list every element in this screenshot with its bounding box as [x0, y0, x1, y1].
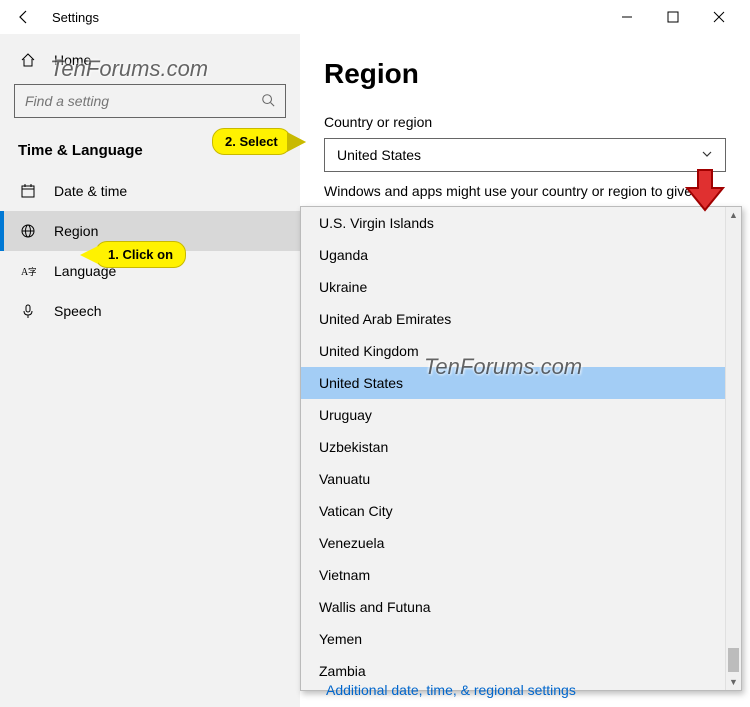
dropdown-option[interactable]: Vatican City [301, 495, 725, 527]
dropdown-option[interactable]: Wallis and Futuna [301, 591, 725, 623]
dropdown-option[interactable]: United Kingdom [301, 335, 725, 367]
dropdown-option[interactable]: U.S. Virgin Islands [301, 207, 725, 239]
annotation-arrow-icon [685, 168, 725, 212]
chevron-down-icon [701, 147, 713, 163]
scroll-up-icon[interactable]: ▲ [726, 207, 741, 223]
globe-icon [18, 223, 38, 239]
search-box[interactable] [14, 84, 286, 118]
window-controls [604, 1, 742, 33]
language-icon: A字 [18, 263, 38, 279]
additional-settings-link[interactable]: Additional date, time, & regional settin… [326, 682, 576, 698]
sidebar-item-label: Date & time [54, 183, 127, 199]
dropdown-option[interactable]: United States [301, 367, 725, 399]
home-icon [18, 52, 38, 68]
home-label: Home [54, 52, 91, 68]
microphone-icon [18, 303, 38, 319]
dropdown-option[interactable]: Venezuela [301, 527, 725, 559]
minimize-button[interactable] [604, 1, 650, 33]
close-icon [713, 11, 725, 23]
scroll-thumb[interactable] [728, 648, 739, 672]
dropdown-option[interactable]: Ukraine [301, 271, 725, 303]
dropdown-option[interactable]: Vanuatu [301, 463, 725, 495]
maximize-button[interactable] [650, 1, 696, 33]
window-title: Settings [52, 10, 99, 25]
sidebar-item-label: Region [54, 223, 98, 239]
country-select[interactable]: United States [324, 138, 726, 172]
dropdown-option[interactable]: Vietnam [301, 559, 725, 591]
annotation-callout-1: 1. Click on [95, 241, 186, 268]
sidebar-item-speech[interactable]: Speech [0, 291, 300, 331]
field-label: Country or region [324, 114, 726, 130]
maximize-icon [667, 11, 679, 23]
minimize-icon [621, 11, 633, 23]
search-icon [261, 93, 275, 110]
annotation-callout-2: 2. Select [212, 128, 291, 155]
country-dropdown: U.S. Virgin IslandsUgandaUkraineUnited A… [300, 206, 742, 691]
scroll-down-icon[interactable]: ▼ [726, 674, 741, 690]
svg-text:字: 字 [28, 266, 36, 277]
sidebar-item-label: Speech [54, 303, 101, 319]
selected-value: United States [337, 147, 421, 163]
close-button[interactable] [696, 1, 742, 33]
search-input[interactable] [25, 93, 261, 109]
dropdown-option[interactable]: Uzbekistan [301, 431, 725, 463]
dropdown-option[interactable]: Yemen [301, 623, 725, 655]
sidebar-item-date-time[interactable]: Date & time [0, 171, 300, 211]
dropdown-option[interactable]: Uruguay [301, 399, 725, 431]
dropdown-option[interactable]: Uganda [301, 239, 725, 271]
titlebar: Settings [0, 0, 750, 34]
home-nav[interactable]: Home [0, 42, 300, 78]
dropdown-scrollbar[interactable]: ▲ ▼ [725, 207, 741, 690]
back-button[interactable] [8, 1, 40, 33]
dropdown-option[interactable]: United Arab Emirates [301, 303, 725, 335]
page-title: Region [324, 58, 726, 90]
calendar-icon [18, 183, 38, 199]
arrow-left-icon [16, 9, 32, 25]
